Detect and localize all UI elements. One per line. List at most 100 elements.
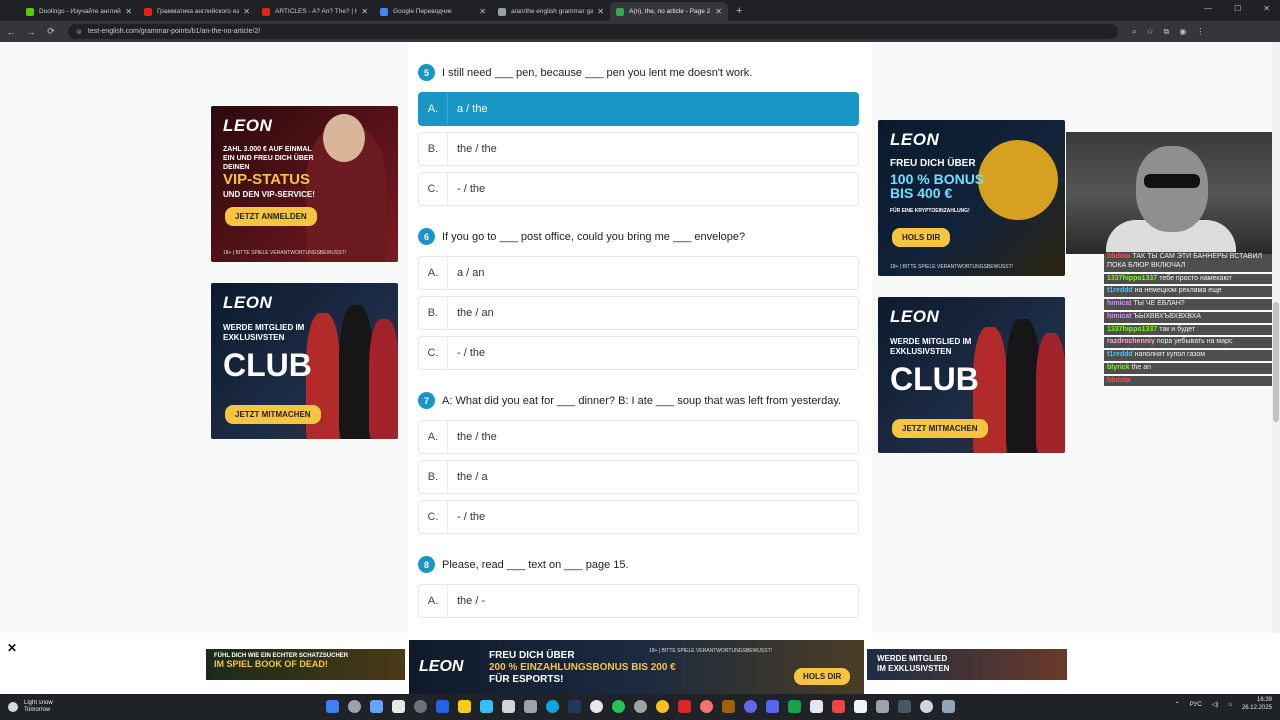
site-info-icon[interactable]: ⊜ bbox=[76, 28, 82, 36]
tab-close-icon[interactable]: ✕ bbox=[125, 7, 132, 16]
close-ad-icon[interactable]: ✕ bbox=[7, 641, 17, 655]
app-icon[interactable] bbox=[524, 700, 537, 713]
ad-club-left[interactable]: LEON WERDE MITGLIED IM EXKLUSIVSTEN CLUB… bbox=[211, 283, 398, 439]
question-number-badge: 8 bbox=[418, 556, 435, 573]
ad-club-right[interactable]: LEON WERDE MITGLIED IM EXKLUSIVSTEN CLUB… bbox=[878, 297, 1065, 453]
app-icon[interactable] bbox=[634, 700, 647, 713]
answer-option[interactable]: A. the / - bbox=[418, 584, 859, 618]
ad-crypto-bonus[interactable]: LEON FREU DICH ÜBER 100 % BONUS BIS 400 … bbox=[878, 120, 1065, 276]
browser-tab[interactable]: a/an/the english grammar gam...✕ bbox=[492, 2, 610, 21]
app-icon[interactable] bbox=[480, 700, 493, 713]
app-icon[interactable] bbox=[876, 700, 889, 713]
reload-icon[interactable]: ⟳ bbox=[42, 26, 60, 37]
app-icon[interactable] bbox=[678, 700, 691, 713]
browser-tab[interactable]: Duolingo - Изучайте английск... ✕ bbox=[20, 2, 138, 21]
answer-option[interactable]: C. - / the bbox=[418, 500, 859, 534]
ad-text: FÜR ESPORTS! bbox=[489, 674, 564, 685]
steam-icon[interactable] bbox=[568, 700, 581, 713]
answer-option[interactable]: A. the / the bbox=[418, 420, 859, 454]
ad-vip-status[interactable]: LEON ZAHL 3.000 € AUF EINMAL EIN UND FRE… bbox=[211, 106, 398, 262]
option-letter: A. bbox=[419, 421, 448, 453]
app-icon[interactable] bbox=[832, 700, 845, 713]
maximize-icon[interactable]: ☐ bbox=[1234, 4, 1241, 13]
clock[interactable]: 16:39 26.12.2025 bbox=[1242, 697, 1272, 713]
chat-text: наполнят купол газом bbox=[1134, 351, 1206, 358]
ad-cta-button[interactable]: JETZT MITMACHEN bbox=[892, 419, 988, 438]
ad-cta-button[interactable]: HOLS DIR bbox=[892, 228, 951, 247]
app-icon[interactable] bbox=[502, 700, 515, 713]
tab-close-icon[interactable]: ✕ bbox=[715, 7, 722, 16]
browser-tab[interactable]: A(n), the, no article - Page 2 of... ✕ bbox=[610, 2, 728, 21]
app-icon[interactable] bbox=[744, 700, 757, 713]
app-icon[interactable] bbox=[700, 700, 713, 713]
close-icon[interactable]: ✕ bbox=[1263, 4, 1270, 13]
tab-close-icon[interactable]: ✕ bbox=[479, 7, 486, 16]
browser-tab[interactable]: ARTICLES - A? An? The? | How ...✕ bbox=[256, 2, 374, 21]
app-icon[interactable] bbox=[436, 700, 449, 713]
browser-tab[interactable]: Google Переводчик ✕ bbox=[374, 2, 492, 21]
browser-tab[interactable]: Грамматика английского язы...✕ bbox=[138, 2, 256, 21]
ad-esports-bonus[interactable]: LEON FREU DICH ÜBER 200 % EINZAHLUNGSBON… bbox=[409, 640, 864, 694]
option-letter: B. bbox=[419, 297, 448, 329]
answer-option[interactable]: A. a / the bbox=[418, 92, 859, 126]
widgets-icon[interactable] bbox=[370, 700, 383, 713]
menu-dots-icon[interactable]: ⋮ bbox=[1196, 27, 1204, 37]
file-explorer-icon[interactable] bbox=[458, 700, 471, 713]
ad-cta-button[interactable]: HOLS DIR bbox=[794, 668, 851, 685]
chevron-up-icon[interactable]: ⌃ bbox=[1175, 701, 1180, 708]
answer-option[interactable]: B. the / the bbox=[418, 132, 859, 166]
minecraft-icon[interactable] bbox=[788, 700, 801, 713]
new-tab-button[interactable]: + bbox=[736, 5, 742, 17]
ad-book-of-dead[interactable]: FÜHL DICH WIE EIN ECHTER SCHATZSUCHER IM… bbox=[206, 649, 405, 680]
zoom-icon[interactable]: ⌕ bbox=[1132, 27, 1136, 37]
tab-close-icon[interactable]: ✕ bbox=[243, 7, 250, 16]
option-text: the / - bbox=[457, 595, 486, 607]
discord-icon[interactable] bbox=[766, 700, 779, 713]
answer-option[interactable]: A. a / an bbox=[418, 256, 859, 290]
answer-option[interactable]: C. - / the bbox=[418, 172, 859, 206]
spotify-icon[interactable] bbox=[612, 700, 625, 713]
chrome-icon[interactable] bbox=[656, 700, 669, 713]
app-icon[interactable] bbox=[810, 700, 823, 713]
question-text: I still need ___ pen, because ___ pen yo… bbox=[442, 66, 753, 79]
ad-club-bottom[interactable]: WERDE MITGLIED IM EXKLUSIVSTEN bbox=[867, 649, 1067, 680]
app-icon[interactable] bbox=[414, 700, 427, 713]
url-field[interactable]: ⊜ test-english.com/grammar-points/b1/an-… bbox=[68, 24, 1118, 39]
answer-option[interactable]: C. - / the bbox=[418, 336, 859, 370]
answer-option[interactable]: B. the / an bbox=[418, 296, 859, 330]
answer-option[interactable]: B. the / a bbox=[418, 460, 859, 494]
tab-close-icon[interactable]: ✕ bbox=[361, 7, 368, 16]
url-text: test-english.com/grammar-points/b1/an-th… bbox=[87, 28, 261, 35]
profile-icon[interactable]: ◉ bbox=[1179, 27, 1186, 37]
search-icon[interactable] bbox=[348, 700, 361, 713]
scrollbar-thumb[interactable] bbox=[1273, 302, 1279, 422]
app-icon[interactable] bbox=[898, 700, 911, 713]
tab-favicon-icon bbox=[144, 7, 152, 16]
network-icon[interactable]: ⌂ bbox=[1228, 702, 1232, 708]
language-indicator[interactable]: РУС bbox=[1190, 702, 1202, 708]
app-icon[interactable] bbox=[854, 700, 867, 713]
forward-icon[interactable]: → bbox=[22, 27, 40, 37]
weather-widget[interactable]: Light snow Tomorrow bbox=[8, 700, 53, 714]
ad-text: IM EXKLUSIVSTEN bbox=[877, 663, 950, 673]
minimize-icon[interactable]: — bbox=[1204, 4, 1212, 13]
start-icon[interactable] bbox=[326, 700, 339, 713]
tab-close-icon[interactable]: ✕ bbox=[597, 7, 604, 16]
chat-message: razdrochenniy пора уебывать на марс bbox=[1104, 337, 1274, 348]
app-icon[interactable] bbox=[722, 700, 735, 713]
settings-gear-icon[interactable] bbox=[942, 700, 955, 713]
page-scrollbar[interactable] bbox=[1272, 42, 1280, 694]
ad-headline: 100 % BONUS BIS 400 € bbox=[890, 171, 985, 201]
telegram-icon[interactable] bbox=[546, 700, 559, 713]
bookmark-star-icon[interactable]: ☆ bbox=[1146, 27, 1153, 37]
app-icon[interactable] bbox=[392, 700, 405, 713]
chat-message: himicat ТЫ ЧЕ ЕБЛАН? bbox=[1104, 299, 1274, 310]
volume-icon[interactable]: ◁) bbox=[1212, 701, 1219, 708]
ad-cta-button[interactable]: JETZT MITMACHEN bbox=[225, 405, 321, 424]
app-icon[interactable] bbox=[590, 700, 603, 713]
app-icon[interactable] bbox=[920, 700, 933, 713]
window-controls: — ☐ ✕ bbox=[1204, 4, 1270, 13]
extensions-puzzle-icon[interactable]: ⧉ bbox=[1164, 27, 1170, 37]
ad-cta-button[interactable]: JETZT ANMELDEN bbox=[225, 207, 317, 226]
back-icon[interactable]: ← bbox=[2, 27, 20, 37]
